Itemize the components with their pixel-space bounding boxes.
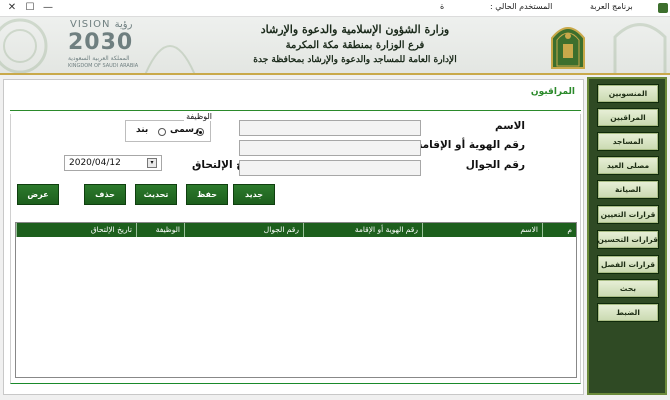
update-button[interactable]: تحديث — [135, 184, 177, 205]
delete-button[interactable]: حذف — [84, 184, 126, 205]
calendar-dropdown-icon[interactable]: ▾ — [147, 158, 157, 168]
role-group: الوظيفة رسمى بند — [125, 112, 214, 142]
column-header-id[interactable]: رقم الهوية أو الإقامة — [303, 223, 422, 237]
vision-2030-logo: VISION رؤية 2030 المملكة العربية السعودي… — [60, 19, 140, 71]
minimize-button[interactable]: — — [38, 1, 58, 15]
ministry-line-1: وزارة الشؤون الإسلامية والدعوة والإرشاد — [260, 23, 450, 36]
column-header-index[interactable]: م — [542, 223, 576, 237]
observers-form: الاسم رقم الهوية أو الإقامة رقم الجوال ت… — [10, 112, 581, 384]
vision-title: VISION رؤية — [70, 19, 133, 30]
ministry-line-2: فرع الوزارة بمنطقة مكة المكرمة — [285, 40, 425, 51]
role-official-label: رسمى — [170, 125, 200, 135]
ministry-heading: وزارة الشؤون الإسلامية والدعوة والإرشاد … — [220, 22, 490, 67]
save-button[interactable]: حفظ — [186, 184, 228, 205]
sidebar: المنسوبين المراقبين المساجد مصلى العيد ا… — [587, 77, 667, 395]
app-name: برنامج العربة — [590, 2, 633, 11]
role-legend: الوظيفة — [184, 112, 214, 121]
vision-subtitle-en: KINGDOM OF SAUDI ARABIA — [68, 63, 139, 69]
sidebar-item-improvement-decisions[interactable]: قرارات التحسين — [597, 230, 659, 249]
title-bar: ✕ ☐ — ة المستخدم الحالي : برنامج العربة — [0, 0, 670, 17]
ministry-line-3: الإدارة العامة للمساجد والدعوة والإرشاد … — [253, 55, 457, 65]
id-input[interactable] — [239, 140, 421, 156]
name-input[interactable] — [239, 120, 421, 136]
column-header-role[interactable]: الوظيفة — [136, 223, 184, 237]
main-panel: المراقبون الاسم رقم الهوية أو الإقامة رق… — [3, 79, 584, 395]
vision-subtitle-ar: المملكة العربية السعودية — [68, 55, 130, 62]
observers-grid[interactable]: م الاسم رقم الهوية أو الإقامة رقم الجوال… — [15, 222, 577, 378]
join-date-value: 2020/04/12 — [69, 158, 121, 168]
mobile-input[interactable] — [239, 160, 421, 176]
tab-observers[interactable]: المراقبون — [531, 87, 575, 97]
arch-decoration-icon — [613, 23, 667, 73]
id-label: رقم الهوية أو الإقامة — [416, 139, 525, 151]
sidebar-item-employees[interactable]: المنسوبين — [597, 84, 659, 103]
sidebar-item-dismissal-decisions[interactable]: قرارات الفصل — [597, 255, 659, 274]
arch-decoration-icon — [144, 45, 196, 73]
sidebar-item-appointment-decisions[interactable]: قرارات التعيين — [597, 205, 659, 224]
mobile-label: رقم الجوال — [465, 159, 525, 171]
join-date-picker[interactable]: 2020/04/12 ▾ — [64, 155, 162, 171]
ministry-logo-icon — [551, 27, 585, 69]
grid-header: م الاسم رقم الهوية أو الإقامة رقم الجوال… — [16, 223, 576, 237]
role-item-label: بند — [136, 125, 149, 135]
column-header-mobile[interactable]: رقم الجوال — [184, 223, 303, 237]
arch-decoration-icon — [0, 18, 48, 73]
header-banner: VISION رؤية 2030 المملكة العربية السعودي… — [0, 17, 670, 75]
current-user-label: المستخدم الحالي : — [490, 2, 553, 11]
sidebar-item-settings[interactable]: الضبط — [597, 303, 659, 322]
tab-divider — [10, 110, 581, 111]
name-label: الاسم — [495, 120, 525, 132]
sidebar-item-observers[interactable]: المراقبين — [597, 108, 659, 127]
vision-year: 2030 — [68, 30, 134, 55]
role-item-radio[interactable] — [158, 128, 166, 136]
column-header-name[interactable]: الاسم — [422, 223, 542, 237]
maximize-button[interactable]: ☐ — [20, 1, 40, 15]
sidebar-item-mosques[interactable]: المساجد — [597, 132, 659, 151]
sidebar-item-eid-prayer[interactable]: مصلى العيد — [597, 156, 659, 175]
app-icon — [658, 3, 668, 13]
sidebar-item-maintenance[interactable]: الصيانة — [597, 180, 659, 199]
close-button[interactable]: ✕ — [2, 1, 22, 15]
show-all-button[interactable]: عرض الكل — [17, 184, 59, 218]
sidebar-item-search[interactable]: بحث — [597, 279, 659, 298]
column-header-join-date[interactable]: تاريخ الإلتحاق — [16, 223, 136, 237]
current-user-value: ة — [440, 2, 445, 11]
new-button[interactable]: جديد — [233, 184, 275, 205]
